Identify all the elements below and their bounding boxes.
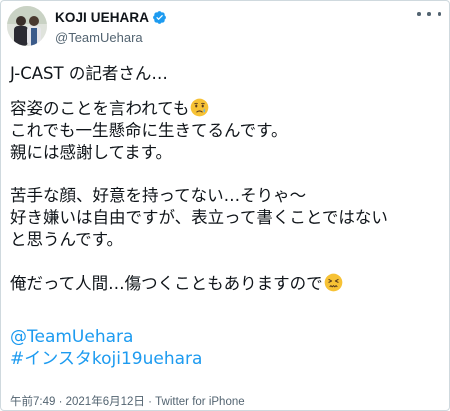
- tweet-time[interactable]: 午前7:49: [10, 396, 55, 408]
- tweet-line: 親には感謝してます。: [10, 143, 173, 162]
- crying-face-emoji-icon: [190, 98, 209, 117]
- tweet-source[interactable]: Twitter for iPhone: [155, 396, 244, 408]
- more-options-icon[interactable]: [417, 7, 441, 21]
- tweet-line: 容姿のことを言われても: [10, 99, 190, 118]
- tweet-line: 俺だって人間…傷つくこともありますので: [10, 274, 323, 293]
- tweet-card: KOJI UEHARA @TeamUehara J-CAST の記者さん… 容姿…: [0, 0, 450, 411]
- tweet-line: 好き嫌いは自由ですが、表立って書くことではない: [10, 208, 388, 227]
- tweet-line: と思うんです。: [10, 230, 124, 249]
- tweet-date[interactable]: 2021年6月12日: [66, 396, 145, 408]
- verified-badge-icon: [152, 10, 167, 25]
- meta-separator: ·: [55, 396, 66, 408]
- author-handle[interactable]: @TeamUehara: [55, 30, 167, 45]
- mention-link[interactable]: @TeamUehara: [10, 326, 133, 348]
- meta-separator: ·: [144, 396, 156, 408]
- avatar-photo-icon: [7, 6, 47, 46]
- hashtag-link[interactable]: #インスタkoji19uehara: [10, 348, 202, 370]
- tweet-line: これでも一生懸命に生きてるんです。: [10, 121, 288, 140]
- tweet-line-with-emoji: 俺だって人間…傷つくこともありますので: [10, 273, 343, 295]
- persevering-face-emoji-icon: [324, 273, 343, 292]
- tweet-line: 苦手な顔、好意を持ってない…そりゃ～: [10, 186, 307, 205]
- tweet-line-with-emoji: 容姿のことを言われても: [10, 98, 209, 120]
- author-display-name[interactable]: KOJI UEHARA: [55, 10, 149, 25]
- tweet-line: J-CAST の記者さん…: [10, 64, 168, 83]
- author-header: KOJI UEHARA @TeamUehara: [55, 8, 167, 45]
- tweet-meta: 午前7:49 · 2021年6月12日 · Twitter for iPhone: [10, 393, 245, 409]
- avatar[interactable]: [7, 6, 47, 46]
